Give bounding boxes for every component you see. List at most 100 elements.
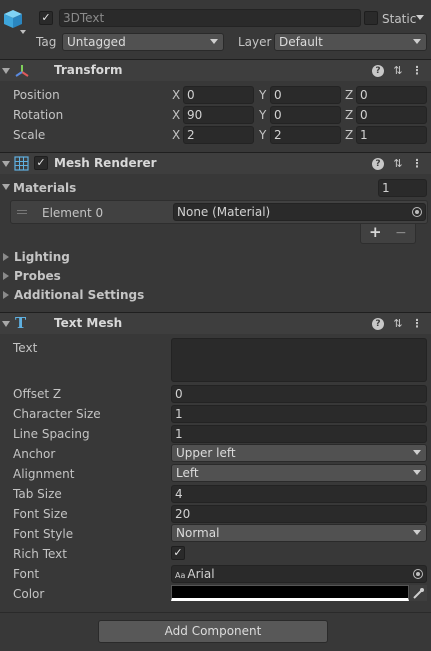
- font-label: Font: [13, 567, 40, 581]
- position-y-field[interactable]: 0: [270, 86, 341, 104]
- alignment-label: Alignment: [13, 467, 75, 481]
- fold-arrow-icon[interactable]: [2, 68, 10, 74]
- mesh-renderer-icon: [14, 156, 29, 171]
- line-spacing-field[interactable]: 1: [171, 425, 427, 443]
- color-label: Color: [13, 587, 45, 601]
- gameobject-icon-caret[interactable]: [20, 30, 26, 34]
- add-element-button[interactable]: +: [369, 224, 382, 240]
- transform-title: Transform: [54, 63, 123, 77]
- materials-label[interactable]: Materials: [13, 180, 76, 196]
- font-size-label: Font Size: [13, 507, 68, 521]
- rotation-z-axis[interactable]: Z: [345, 107, 353, 123]
- chevron-down-icon: [210, 39, 218, 44]
- position-z-field[interactable]: 0: [356, 86, 427, 104]
- presets-icon[interactable]: ⇅: [392, 318, 404, 330]
- static-label: Static: [382, 12, 417, 26]
- scale-y-axis[interactable]: Y: [259, 127, 266, 143]
- rotation-z-field[interactable]: 0: [356, 106, 427, 124]
- tab-size-label: Tab Size: [13, 487, 62, 501]
- more-options-icon[interactable]: ⋮: [411, 158, 423, 170]
- scale-x-field[interactable]: 2: [183, 126, 254, 144]
- layer-label: Layer: [238, 35, 272, 49]
- presets-icon[interactable]: ⇅: [392, 65, 404, 77]
- character-size-field[interactable]: 1: [171, 405, 427, 423]
- anchor-value: Upper left: [176, 446, 236, 460]
- font-size-field[interactable]: 20: [171, 505, 427, 523]
- anchor-dropdown[interactable]: Upper left: [171, 444, 427, 462]
- scale-x-axis[interactable]: X: [172, 127, 180, 143]
- static-checkbox[interactable]: [364, 11, 378, 25]
- static-dropdown-caret[interactable]: [416, 15, 424, 20]
- materials-fold-arrow-icon[interactable]: [2, 184, 10, 190]
- rotation-y-axis[interactable]: Y: [259, 107, 266, 123]
- rotation-x-field[interactable]: 90: [183, 106, 254, 124]
- font-object-field[interactable]: Aa Arial: [171, 565, 427, 583]
- gameobject-cube-icon[interactable]: [2, 8, 24, 30]
- help-icon[interactable]: ?: [372, 158, 384, 170]
- object-picker-icon[interactable]: [412, 207, 422, 217]
- additional-settings-fold-arrow-icon[interactable]: [3, 291, 9, 299]
- text-mesh-header[interactable]: T Text Mesh ? ⇅ ⋮: [0, 312, 431, 334]
- lighting-fold-arrow-icon[interactable]: [3, 253, 9, 261]
- position-x-field[interactable]: 0: [183, 86, 254, 104]
- position-z-axis[interactable]: Z: [345, 87, 353, 103]
- character-size-label: Character Size: [13, 407, 101, 421]
- position-x-axis[interactable]: X: [172, 87, 180, 103]
- additional-settings-label[interactable]: Additional Settings: [14, 287, 144, 303]
- tab-size-field[interactable]: 4: [171, 485, 427, 503]
- scale-z-axis[interactable]: Z: [345, 127, 353, 143]
- mesh-renderer-title: Mesh Renderer: [54, 156, 157, 170]
- active-checkbox[interactable]: ✓: [39, 11, 53, 25]
- more-options-icon[interactable]: ⋮: [411, 65, 423, 77]
- layer-dropdown[interactable]: Default: [274, 33, 427, 51]
- help-icon[interactable]: ?: [372, 318, 384, 330]
- tag-label: Tag: [36, 35, 57, 49]
- drag-handle-icon[interactable]: [17, 210, 27, 214]
- presets-icon[interactable]: ⇅: [392, 158, 404, 170]
- anchor-label: Anchor: [13, 447, 56, 461]
- offset-z-field[interactable]: 0: [171, 385, 427, 403]
- font-asset-icon: Aa: [175, 571, 186, 580]
- rotation-y-field[interactable]: 0: [270, 106, 341, 124]
- text-area[interactable]: [171, 338, 427, 382]
- alignment-dropdown[interactable]: Left: [171, 464, 427, 482]
- lighting-label[interactable]: Lighting: [14, 249, 70, 265]
- scale-y-field[interactable]: 2: [270, 126, 341, 144]
- font-style-dropdown[interactable]: Normal: [171, 524, 427, 542]
- object-picker-icon[interactable]: [413, 569, 423, 579]
- materials-count-field[interactable]: 1: [378, 179, 427, 197]
- scale-z-field[interactable]: 1: [356, 126, 427, 144]
- mesh-renderer-header[interactable]: ✓ Mesh Renderer ? ⇅ ⋮: [0, 152, 431, 174]
- font-value: Arial: [187, 567, 215, 581]
- mesh-renderer-enabled-checkbox[interactable]: ✓: [34, 156, 48, 170]
- probes-fold-arrow-icon[interactable]: [3, 272, 9, 280]
- divider: [0, 612, 431, 613]
- offset-z-label: Offset Z: [13, 387, 62, 401]
- rotation-x-axis[interactable]: X: [172, 107, 180, 123]
- gameobject-name-field[interactable]: 3DText: [59, 9, 361, 27]
- rotation-label: Rotation: [13, 108, 64, 122]
- inspector-panel: ✓ 3DText Static Tag Untagged Layer Defau…: [0, 0, 431, 651]
- element-0-label: Element 0: [42, 206, 104, 220]
- alignment-value: Left: [176, 466, 199, 480]
- chevron-down-icon: [413, 530, 421, 535]
- chevron-down-icon: [413, 450, 421, 455]
- fold-arrow-icon[interactable]: [2, 321, 10, 327]
- fold-arrow-icon[interactable]: [2, 161, 10, 167]
- element-0-object-field[interactable]: None (Material): [173, 203, 426, 221]
- tag-value: Untagged: [67, 35, 126, 49]
- transform-header[interactable]: Transform ? ⇅ ⋮: [0, 59, 431, 81]
- help-icon[interactable]: ?: [372, 65, 384, 77]
- color-field[interactable]: [171, 585, 409, 601]
- more-options-icon[interactable]: ⋮: [411, 318, 423, 330]
- position-y-axis[interactable]: Y: [259, 87, 266, 103]
- rich-text-checkbox[interactable]: ✓: [171, 546, 185, 560]
- probes-label[interactable]: Probes: [14, 268, 61, 284]
- remove-element-button[interactable]: −: [395, 225, 407, 241]
- add-component-button[interactable]: Add Component: [98, 620, 328, 643]
- eyedropper-icon[interactable]: [410, 585, 427, 601]
- transform-icon: [14, 63, 30, 79]
- text-mesh-icon: T: [15, 314, 27, 332]
- scale-label: Scale: [13, 128, 46, 142]
- tag-dropdown[interactable]: Untagged: [62, 33, 224, 51]
